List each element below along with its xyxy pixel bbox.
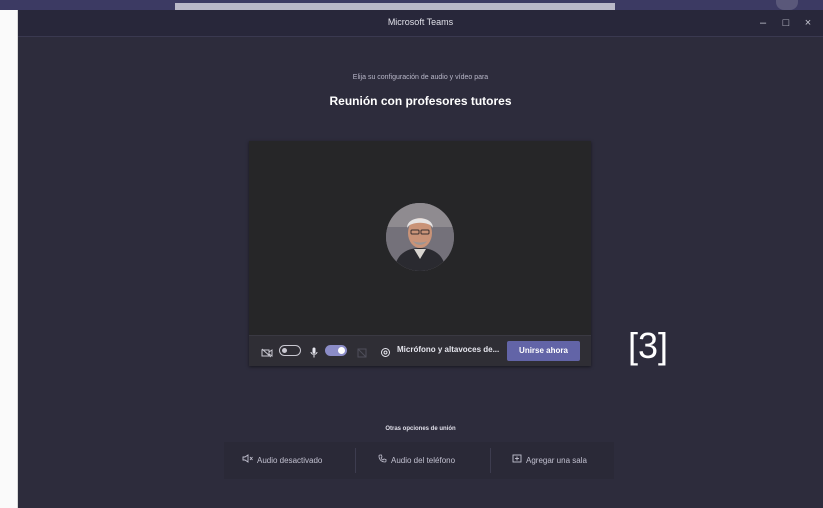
camera-toggle[interactable] xyxy=(279,345,301,356)
microphone-icon xyxy=(310,345,318,363)
background-avatar xyxy=(776,0,798,10)
background-app-bar xyxy=(175,3,615,10)
add-room-option[interactable]: Agregar una sala xyxy=(512,442,587,479)
settings-gear-icon[interactable] xyxy=(380,345,391,363)
other-join-options: Audio desactivado Audio del teléfono Agr… xyxy=(224,442,614,479)
options-divider xyxy=(490,448,491,473)
maximize-button[interactable]: □ xyxy=(775,15,797,31)
background-app-strip xyxy=(0,0,823,10)
phone-audio-option[interactable]: Audio del teléfono xyxy=(378,442,455,479)
audio-device-selector[interactable]: Micrófono y altavoces de... xyxy=(397,345,499,354)
teams-window: Microsoft Teams – □ × Elija su configura… xyxy=(18,10,823,508)
phone-icon xyxy=(378,442,387,479)
avatar-photo xyxy=(386,203,454,271)
background-window-edge xyxy=(0,10,18,508)
minimize-button[interactable]: – xyxy=(752,15,774,31)
phone-audio-label: Audio del teléfono xyxy=(391,456,456,465)
video-preview: Micrófono y altavoces de... Unirse ahora xyxy=(249,141,591,366)
other-join-options-title: Otras opciones de unión xyxy=(385,426,456,432)
avatar xyxy=(386,203,454,271)
close-button[interactable]: × xyxy=(797,15,819,31)
prejoin-subtitle: Elija su configuración de audio y vídeo … xyxy=(352,74,489,81)
preview-controls: Micrófono y altavoces de... Unirse ahora xyxy=(249,335,591,366)
audio-off-label: Audio desactivado xyxy=(257,456,323,465)
room-icon xyxy=(512,442,522,479)
background-effects-icon[interactable] xyxy=(357,345,367,363)
camera-off-icon xyxy=(261,345,273,363)
options-divider xyxy=(355,448,356,473)
window-title: Microsoft Teams xyxy=(387,17,454,27)
speaker-off-icon xyxy=(242,442,253,479)
annotation-label: [3] xyxy=(628,325,669,366)
title-bar: Microsoft Teams – □ × xyxy=(18,10,823,37)
add-room-label: Agregar una sala xyxy=(526,456,587,465)
meeting-title: Reunión con profesores tutores xyxy=(329,94,512,108)
join-now-button[interactable]: Unirse ahora xyxy=(507,341,580,361)
microphone-toggle[interactable] xyxy=(325,345,347,356)
audio-off-option[interactable]: Audio desactivado xyxy=(242,442,322,479)
